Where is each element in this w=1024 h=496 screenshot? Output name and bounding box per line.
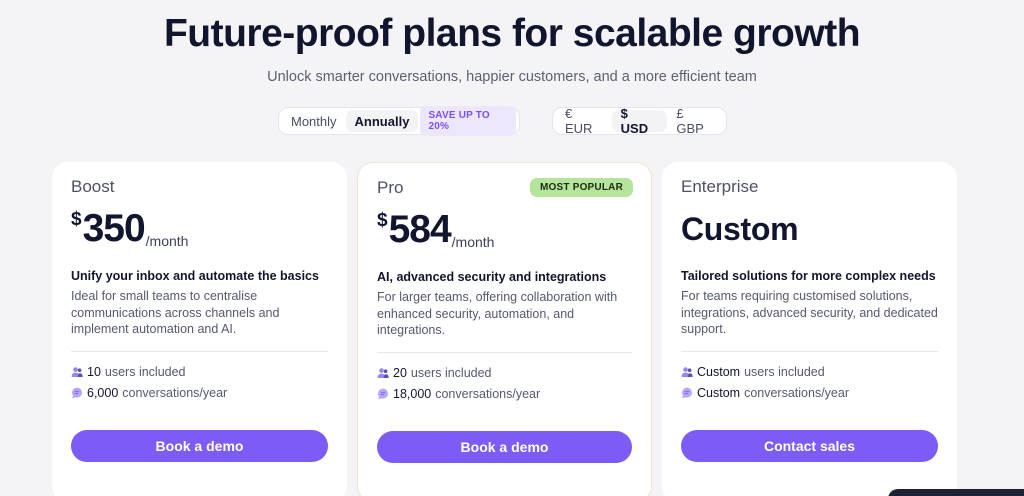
page-title: Future-proof plans for scalable growth xyxy=(163,12,861,55)
feature-users: 10 users included xyxy=(71,365,328,379)
price-period: /month xyxy=(451,234,495,250)
price-amount: 584 xyxy=(388,208,452,251)
billing-option-annually[interactable]: Annually xyxy=(345,110,419,132)
plan-card-enterprise: Enterprise Custom Tailored solutions for… xyxy=(662,162,957,496)
billing-period-toggle: Monthly Annually SAVE UP TO 20% xyxy=(278,106,520,136)
book-demo-button[interactable]: Book a demo xyxy=(377,431,632,463)
plan-tagline: AI, advanced security and integrations xyxy=(377,270,607,284)
plan-tagline: Tailored solutions for more complex need… xyxy=(681,269,936,283)
conversations-label: conversations/year xyxy=(435,387,541,401)
plan-description: For larger teams, offering collaboration… xyxy=(377,290,618,337)
most-popular-badge: MOST POPULAR xyxy=(530,178,633,197)
plan-tagline: Unify your inbox and automate the basics xyxy=(71,269,319,283)
users-label: users included xyxy=(744,365,825,379)
conversations-label: conversations/year xyxy=(122,386,228,400)
save-badge: SAVE UP TO 20% xyxy=(420,106,516,136)
conversations-label: conversations/year xyxy=(744,386,849,400)
currency-option-gbp[interactable]: £ GBP xyxy=(667,106,723,136)
users-count: 10 xyxy=(87,365,101,379)
divider xyxy=(71,351,328,352)
plan-description: For teams requiring customised solutions… xyxy=(681,289,938,336)
price-period: /month xyxy=(145,233,189,249)
plan-price: $ 584 /month xyxy=(377,206,632,254)
users-label: users included xyxy=(410,366,492,380)
divider xyxy=(377,352,632,353)
plan-name: Boost xyxy=(71,177,115,196)
feature-users: Custom users included xyxy=(681,365,938,379)
page-subtitle: Unlock smarter conversations, happier cu… xyxy=(267,69,757,85)
users-icon xyxy=(71,366,83,378)
conversations-count: Custom xyxy=(697,386,741,400)
book-demo-button[interactable]: Book a demo xyxy=(71,430,328,462)
conversations-count: 18,000 xyxy=(393,387,432,401)
contact-sales-button[interactable]: Contact sales xyxy=(681,430,938,462)
chat-bubble-icon xyxy=(681,387,693,399)
chat-bubble-icon xyxy=(377,388,389,400)
currency-symbol: $ xyxy=(377,210,388,231)
billing-option-monthly[interactable]: Monthly xyxy=(282,110,346,132)
plan-card-boost: Boost $ 350 /month Unify your inbox and … xyxy=(52,162,347,496)
chat-widget-launcher[interactable] xyxy=(888,489,1024,496)
plan-price: $ 350 /month xyxy=(71,205,328,253)
feature-conversations: 18,000 conversations/year xyxy=(377,387,632,401)
users-icon xyxy=(681,366,693,378)
divider xyxy=(681,351,938,352)
users-label: users included xyxy=(104,365,186,379)
feature-conversations: 6,000 conversations/year xyxy=(71,386,328,400)
currency-option-usd[interactable]: $ USD xyxy=(611,106,668,136)
users-count: Custom xyxy=(697,365,741,379)
conversations-count: 6,000 xyxy=(87,386,119,400)
price-amount: 350 xyxy=(82,207,146,250)
plan-price-custom: Custom xyxy=(681,211,799,247)
users-icon xyxy=(377,367,389,379)
plan-description: Ideal for small teams to centralise comm… xyxy=(71,289,280,336)
currency-option-eur[interactable]: € EUR xyxy=(556,106,612,136)
feature-conversations: Custom conversations/year xyxy=(681,386,938,400)
plan-name: Enterprise xyxy=(681,177,759,196)
plan-card-pro: Pro MOST POPULAR $ 584 /month AI, advanc… xyxy=(357,162,652,496)
feature-users: 20 users included xyxy=(377,366,632,380)
chat-bubble-icon xyxy=(71,387,83,399)
currency-toggle: € EUR $ USD £ GBP xyxy=(552,106,727,136)
currency-symbol: $ xyxy=(71,209,82,230)
users-count: 20 xyxy=(393,366,407,380)
